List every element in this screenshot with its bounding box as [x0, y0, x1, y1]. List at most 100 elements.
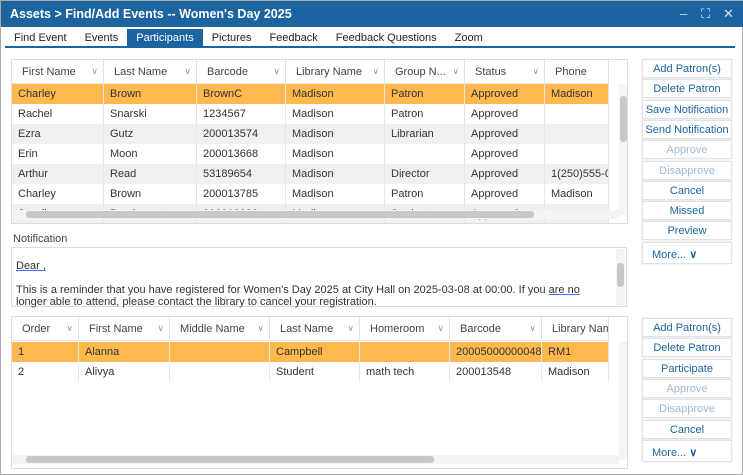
participate-button[interactable]: Participate — [642, 358, 732, 378]
chevron-down-icon[interactable]: ∨ — [184, 66, 191, 77]
tab-feedback[interactable]: Feedback — [260, 29, 326, 48]
disapprove-button[interactable]: Disapprove — [642, 399, 732, 419]
table-row[interactable]: Charley Brown BrownC Madison Patron Approved M… — [12, 84, 609, 104]
column-header[interactable]: First Name ∨ — [12, 60, 104, 83]
column-header-label: Status — [475, 66, 507, 78]
table-row[interactable]: Erin Moon 200013668 Madison Approved — [12, 144, 609, 164]
chevron-down-icon[interactable]: ∨ — [437, 323, 444, 334]
table-cell: Madison — [286, 104, 385, 124]
table-cell: Alivya — [79, 362, 170, 382]
chevron-down-icon[interactable]: ∨ — [347, 323, 354, 334]
button-label: Delete Patron — [653, 342, 721, 355]
chevron-down-icon[interactable]: ∨ — [529, 323, 536, 334]
column-header[interactable]: Order ∨ — [12, 317, 79, 340]
chevron-down-icon[interactable]: ∨ — [273, 66, 280, 77]
tab-pictures[interactable]: Pictures — [203, 29, 261, 48]
chevron-down-icon[interactable]: ∨ — [66, 323, 73, 334]
table-row[interactable]: Charley Brown 200013785 Madison Patron Approv… — [12, 184, 609, 204]
column-header[interactable]: Library Name — [542, 317, 609, 340]
maximize-icon[interactable]: ⛶ — [701, 6, 710, 22]
grid-header: First Name ∨ Last Name ∨ Barcode ∨ Library Nam… — [12, 60, 609, 84]
table-row[interactable]: 2 Alivya Student math tech 200013548 Madison — [12, 362, 609, 382]
chevron-down-icon[interactable]: ∨ — [91, 66, 98, 77]
table-cell: Approved — [465, 144, 545, 164]
table-cell: Erin — [12, 144, 104, 164]
missed-button[interactable]: Missed — [642, 201, 732, 221]
column-header-label: Homeroom — [370, 323, 425, 335]
chevron-down-icon[interactable]: ∨ — [257, 323, 264, 334]
disapprove-button[interactable]: Disapprove — [642, 160, 732, 180]
chevron-down-icon[interactable]: ∨ — [452, 66, 459, 77]
add-patron-s-button[interactable]: Add Patron(s) — [642, 318, 732, 337]
scrollbar-thumb[interactable] — [26, 211, 534, 218]
tab-feedback-questions[interactable]: Feedback Questions — [327, 29, 446, 48]
table-cell: Campbell — [270, 342, 360, 362]
delete-patron-button[interactable]: Delete Patron — [642, 338, 732, 358]
table-row[interactable]: Ezra Gutz 200013574 Madison Librarian Approve… — [12, 124, 609, 144]
vertical-scrollbar[interactable] — [619, 342, 627, 460]
approve-button[interactable]: Approve — [642, 140, 732, 160]
column-header[interactable]: Last Name ∨ — [104, 60, 197, 83]
column-header[interactable]: Group N... ∨ — [385, 60, 465, 83]
chevron-down-icon[interactable]: ∨ — [532, 66, 539, 77]
table-cell: Madison — [286, 184, 385, 204]
minimize-icon[interactable]: – — [680, 6, 687, 21]
close-icon[interactable]: ✕ — [723, 6, 734, 22]
table-cell: RM1 — [542, 342, 609, 362]
chevron-down-icon[interactable]: ∨ — [157, 323, 164, 334]
column-header-label: Group N... — [395, 66, 446, 78]
tab-find-event[interactable]: Find Event — [5, 29, 76, 48]
table-cell: Rachel — [12, 104, 104, 124]
notification-body: This is a reminder that you have registe… — [16, 284, 612, 308]
table-row[interactable]: 1 Alanna Campbell 20005000000048 RM1 — [12, 342, 609, 362]
column-header[interactable]: Status ∨ — [465, 60, 545, 83]
tab-zoom[interactable]: Zoom — [446, 29, 492, 48]
preview-button[interactable]: Preview — [642, 221, 732, 241]
column-header[interactable]: Barcode ∨ — [197, 60, 286, 83]
column-header-label: Library Name — [296, 66, 363, 78]
table-row[interactable]: Rachel Snarski 1234567 Madison Patron Approve… — [12, 104, 609, 124]
button-label: More... — [652, 446, 687, 459]
column-header-label: Library Name — [552, 323, 608, 335]
tab-events[interactable]: Events — [76, 29, 128, 48]
window-title-bar: Assets > Find/Add Events -- Women's Day … — [1, 1, 743, 27]
add-patron-s-button[interactable]: Add Patron(s) — [642, 59, 732, 78]
window-title: Assets > Find/Add Events -- Women's Day … — [10, 7, 292, 21]
column-header[interactable]: Phone — [545, 60, 609, 83]
send-notification-button[interactable]: Send Notification — [642, 119, 732, 139]
table-cell: 20005000000048 — [450, 342, 542, 362]
approve-button[interactable]: Approve — [642, 378, 732, 398]
table-cell: Approved — [465, 184, 545, 204]
column-header[interactable]: Library Name ∨ — [286, 60, 385, 83]
body-text: This is a reminder that you have registe… — [16, 284, 549, 296]
column-header[interactable]: First Name ∨ — [79, 317, 170, 340]
notification-scrollbar[interactable] — [616, 249, 625, 305]
column-header[interactable]: Barcode ∨ — [450, 317, 542, 340]
horizontal-scrollbar[interactable] — [12, 210, 619, 219]
more-button[interactable]: More... ∨ — [642, 439, 732, 462]
column-header[interactable]: Middle Name ∨ — [170, 317, 270, 340]
table-cell: Gutz — [104, 124, 197, 144]
column-header[interactable]: Homeroom ∨ — [360, 317, 450, 340]
table-cell: Charley — [12, 184, 104, 204]
column-header[interactable]: Last Name ∨ — [270, 317, 360, 340]
table-cell: Approved — [465, 124, 545, 144]
vertical-scrollbar[interactable] — [619, 84, 627, 215]
notification-textarea[interactable]: Dear , This is a reminder that you have … — [11, 247, 627, 308]
chevron-down-icon[interactable]: ∨ — [372, 66, 379, 77]
cancel-button[interactable]: Cancel — [642, 419, 732, 439]
horizontal-scrollbar[interactable] — [12, 455, 619, 464]
table-cell: 200013548 — [450, 362, 542, 382]
cancel-button[interactable]: Cancel — [642, 180, 732, 200]
more-button[interactable]: More... ∨ — [642, 241, 732, 264]
save-notification-button[interactable]: Save Notification — [642, 99, 732, 119]
button-label: Disapprove — [659, 164, 715, 177]
table-row[interactable]: Arthur Read 53189654 Madison Director Approve… — [12, 164, 609, 184]
scrollbar-thumb[interactable] — [620, 96, 627, 142]
delete-patron-button[interactable]: Delete Patron — [642, 79, 732, 99]
chevron-down-icon: ∨ — [686, 446, 698, 459]
table-cell: Brown — [104, 84, 197, 104]
tab-participants[interactable]: Participants — [127, 29, 203, 48]
scrollbar-thumb[interactable] — [26, 456, 434, 463]
table-cell: Approved — [465, 164, 545, 184]
